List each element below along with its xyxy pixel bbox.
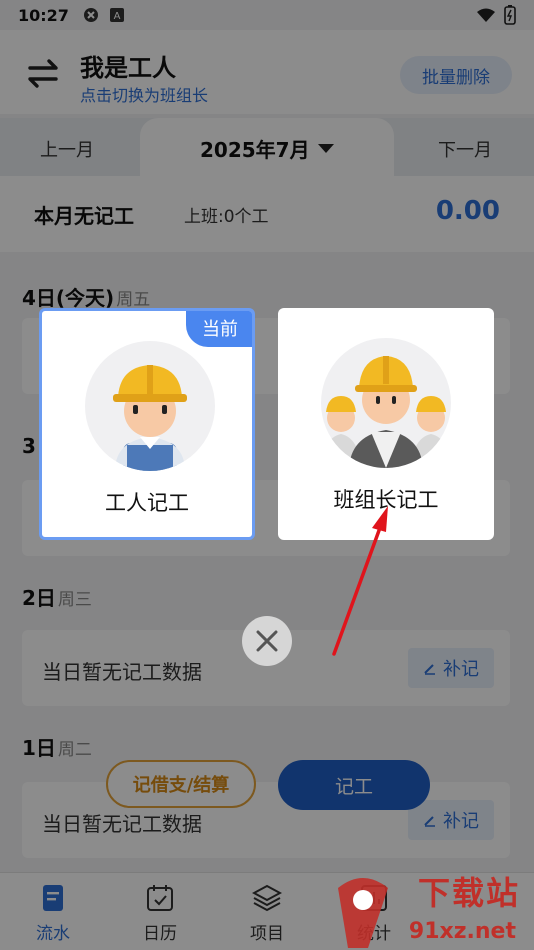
current-badge: 当前	[186, 311, 252, 347]
worker-avatar	[85, 341, 215, 471]
worker-illustration	[113, 365, 187, 471]
watermark-brand: 下载站	[417, 874, 520, 912]
site-watermark: 下载站 91xz.net	[328, 868, 528, 950]
watermark-logo-icon	[338, 878, 388, 948]
close-icon	[256, 630, 278, 652]
close-modal-button[interactable]	[242, 616, 292, 666]
worker-role-card[interactable]: 当前 工人记工	[39, 308, 255, 540]
team-illustration	[321, 356, 451, 468]
leader-role-label: 班组长记工	[333, 488, 439, 512]
worker-role-label: 工人记工	[105, 491, 189, 515]
leader-avatar	[321, 338, 451, 468]
watermark-url: 91xz.net	[408, 919, 516, 944]
leader-role-card[interactable]: 班组长记工	[278, 308, 494, 540]
